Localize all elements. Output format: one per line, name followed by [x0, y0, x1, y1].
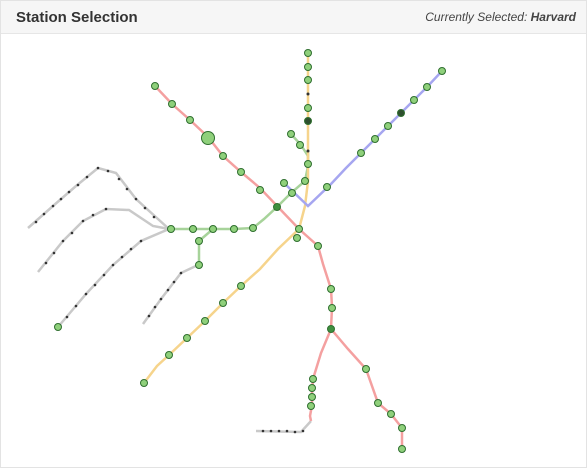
station-node[interactable] [256, 186, 264, 194]
station-node[interactable] [237, 282, 245, 290]
station-node[interactable] [183, 334, 191, 342]
station-node[interactable] [374, 399, 382, 407]
station-node[interactable] [186, 116, 194, 124]
station-node[interactable] [304, 117, 312, 125]
station-node[interactable] [309, 375, 317, 383]
station-node[interactable] [362, 365, 370, 373]
station-node[interactable] [195, 237, 203, 245]
station-node[interactable] [54, 323, 62, 331]
station-node[interactable] [189, 225, 197, 233]
station-node[interactable] [201, 317, 209, 325]
station-node[interactable] [288, 189, 296, 197]
station-node[interactable] [397, 109, 405, 117]
station-node[interactable] [327, 285, 335, 293]
station-node[interactable] [398, 445, 406, 453]
green-line [171, 133, 310, 265]
station-node[interactable] [307, 402, 315, 410]
station-node[interactable] [296, 141, 304, 149]
station-node[interactable] [438, 67, 446, 75]
station-node[interactable] [314, 242, 322, 250]
station-node[interactable] [398, 424, 406, 432]
station-node[interactable] [387, 410, 395, 418]
station-node[interactable] [209, 225, 217, 233]
silver-line [27, 166, 312, 434]
stations [54, 49, 446, 453]
silver-line-stops [34, 166, 305, 434]
current-selection-value: Harvard [530, 10, 576, 24]
panel-header: Station Selection Currently Selected: Ha… [1, 1, 586, 34]
station-node[interactable] [280, 179, 288, 187]
station-node[interactable] [308, 384, 316, 392]
station-node[interactable] [167, 225, 175, 233]
panel-title: Station Selection [16, 9, 138, 26]
station-selection-panel: Station Selection Currently Selected: Ha… [0, 0, 587, 468]
station-node[interactable] [384, 122, 392, 130]
station-node[interactable] [304, 49, 312, 57]
station-node[interactable] [304, 76, 312, 84]
station-node[interactable] [304, 63, 312, 71]
station-node[interactable] [304, 160, 312, 168]
station-node[interactable] [301, 177, 309, 185]
station-node[interactable] [237, 168, 245, 176]
station-node[interactable] [230, 225, 238, 233]
station-node[interactable] [273, 203, 281, 211]
station-node[interactable] [165, 351, 173, 359]
station-node[interactable] [287, 130, 295, 138]
station-node[interactable] [423, 83, 431, 91]
current-selection-label: Currently Selected: [425, 10, 528, 24]
station-node[interactable] [304, 104, 312, 112]
transit-map [27, 49, 446, 453]
selected-station-node[interactable] [201, 131, 215, 145]
station-node[interactable] [219, 299, 227, 307]
station-node[interactable] [323, 183, 331, 191]
station-node[interactable] [151, 82, 159, 90]
station-node[interactable] [327, 325, 335, 333]
station-node[interactable] [249, 224, 257, 232]
station-node[interactable] [308, 393, 316, 401]
station-node[interactable] [410, 96, 418, 104]
station-node[interactable] [371, 135, 379, 143]
station-node[interactable] [140, 379, 148, 387]
station-node[interactable] [293, 234, 301, 242]
current-selection: Currently Selected: Harvard [425, 10, 576, 24]
station-node[interactable] [168, 100, 176, 108]
station-node[interactable] [295, 225, 303, 233]
station-node[interactable] [219, 152, 227, 160]
station-node[interactable] [328, 304, 336, 312]
station-node[interactable] [195, 261, 203, 269]
station-node[interactable] [357, 149, 365, 157]
